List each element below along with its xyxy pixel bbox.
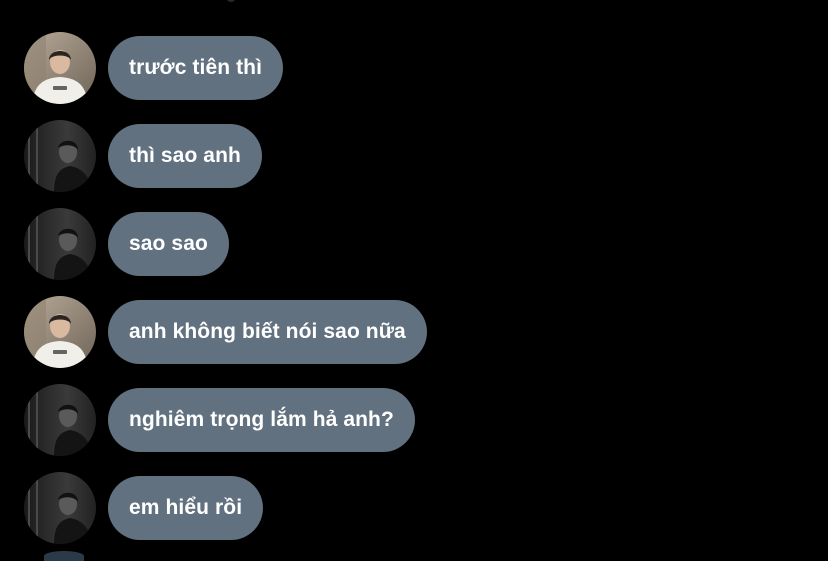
message-bubble[interactable]: nghiêm trọng lắm hả anh?	[108, 388, 415, 452]
message-row: anh không biết nói sao nữa	[24, 296, 427, 368]
message-text: em hiểu rồi	[129, 496, 243, 519]
cropped-element-top	[226, 0, 236, 2]
message-bubble[interactable]: em hiểu rồi	[108, 476, 264, 540]
message-bubble[interactable]: sao sao	[108, 212, 229, 276]
cropped-avatar-bottom	[44, 551, 84, 561]
message-row: thì sao anh	[24, 120, 262, 192]
message-text: anh không biết nói sao nữa	[129, 320, 406, 343]
user-b-avatar[interactable]	[24, 472, 96, 544]
message-text: trước tiên thì	[129, 56, 263, 79]
message-row: trước tiên thì	[24, 32, 284, 104]
message-bubble[interactable]: thì sao anh	[108, 124, 262, 188]
message-text: thì sao anh	[129, 144, 241, 167]
message-row: sao sao	[24, 208, 229, 280]
message-text: sao sao	[129, 232, 208, 255]
message-row: nghiêm trọng lắm hả anh?	[24, 384, 415, 456]
user-b-avatar[interactable]	[24, 208, 96, 280]
message-text: nghiêm trọng lắm hả anh?	[129, 408, 394, 431]
user-b-avatar[interactable]	[24, 384, 96, 456]
message-row: em hiểu rồi	[24, 472, 264, 544]
user-b-avatar[interactable]	[24, 120, 96, 192]
message-bubble[interactable]: anh không biết nói sao nữa	[108, 300, 427, 364]
message-bubble[interactable]: trước tiên thì	[108, 36, 284, 100]
chat-thread: trước tiên thì thì sao anh sao sao anh k…	[0, 0, 828, 561]
user-a-avatar[interactable]	[24, 32, 96, 104]
user-a-avatar[interactable]	[24, 296, 96, 368]
